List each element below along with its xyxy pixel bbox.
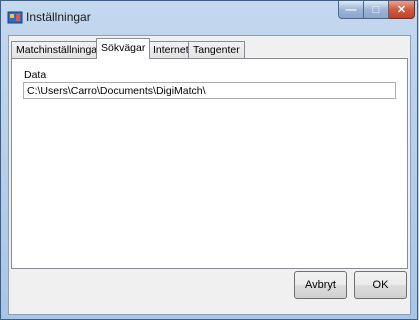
close-icon: ✕: [396, 4, 407, 16]
tab-sokvagar[interactable]: Sökvägar: [96, 38, 151, 59]
close-button[interactable]: ✕: [389, 1, 415, 19]
cancel-button[interactable]: Avbryt: [294, 271, 347, 299]
tab-matchinstallningar[interactable]: Matchinställningar: [11, 41, 106, 58]
maximize-button[interactable]: □: [364, 1, 389, 19]
dialog-client: Matchinställningar Sökvägar Internet Tan…: [8, 35, 411, 315]
tab-tangenter[interactable]: Tangenter: [188, 41, 245, 58]
data-label: Data: [24, 69, 47, 81]
title-bar[interactable]: Inställningar — □ ✕: [1, 1, 417, 35]
tab-internet[interactable]: Internet: [148, 41, 194, 58]
window-title: Inställningar: [26, 10, 91, 24]
settings-window: Inställningar — □ ✕ Matchinställningar S…: [0, 0, 418, 320]
minimize-button[interactable]: —: [338, 1, 364, 19]
app-icon: [7, 11, 23, 24]
ok-button[interactable]: OK: [354, 271, 407, 299]
data-path-input[interactable]: [23, 82, 396, 99]
minimize-icon: —: [345, 3, 357, 16]
tab-panel-sokvagar: Data: [11, 58, 408, 269]
maximize-icon: □: [372, 3, 380, 16]
